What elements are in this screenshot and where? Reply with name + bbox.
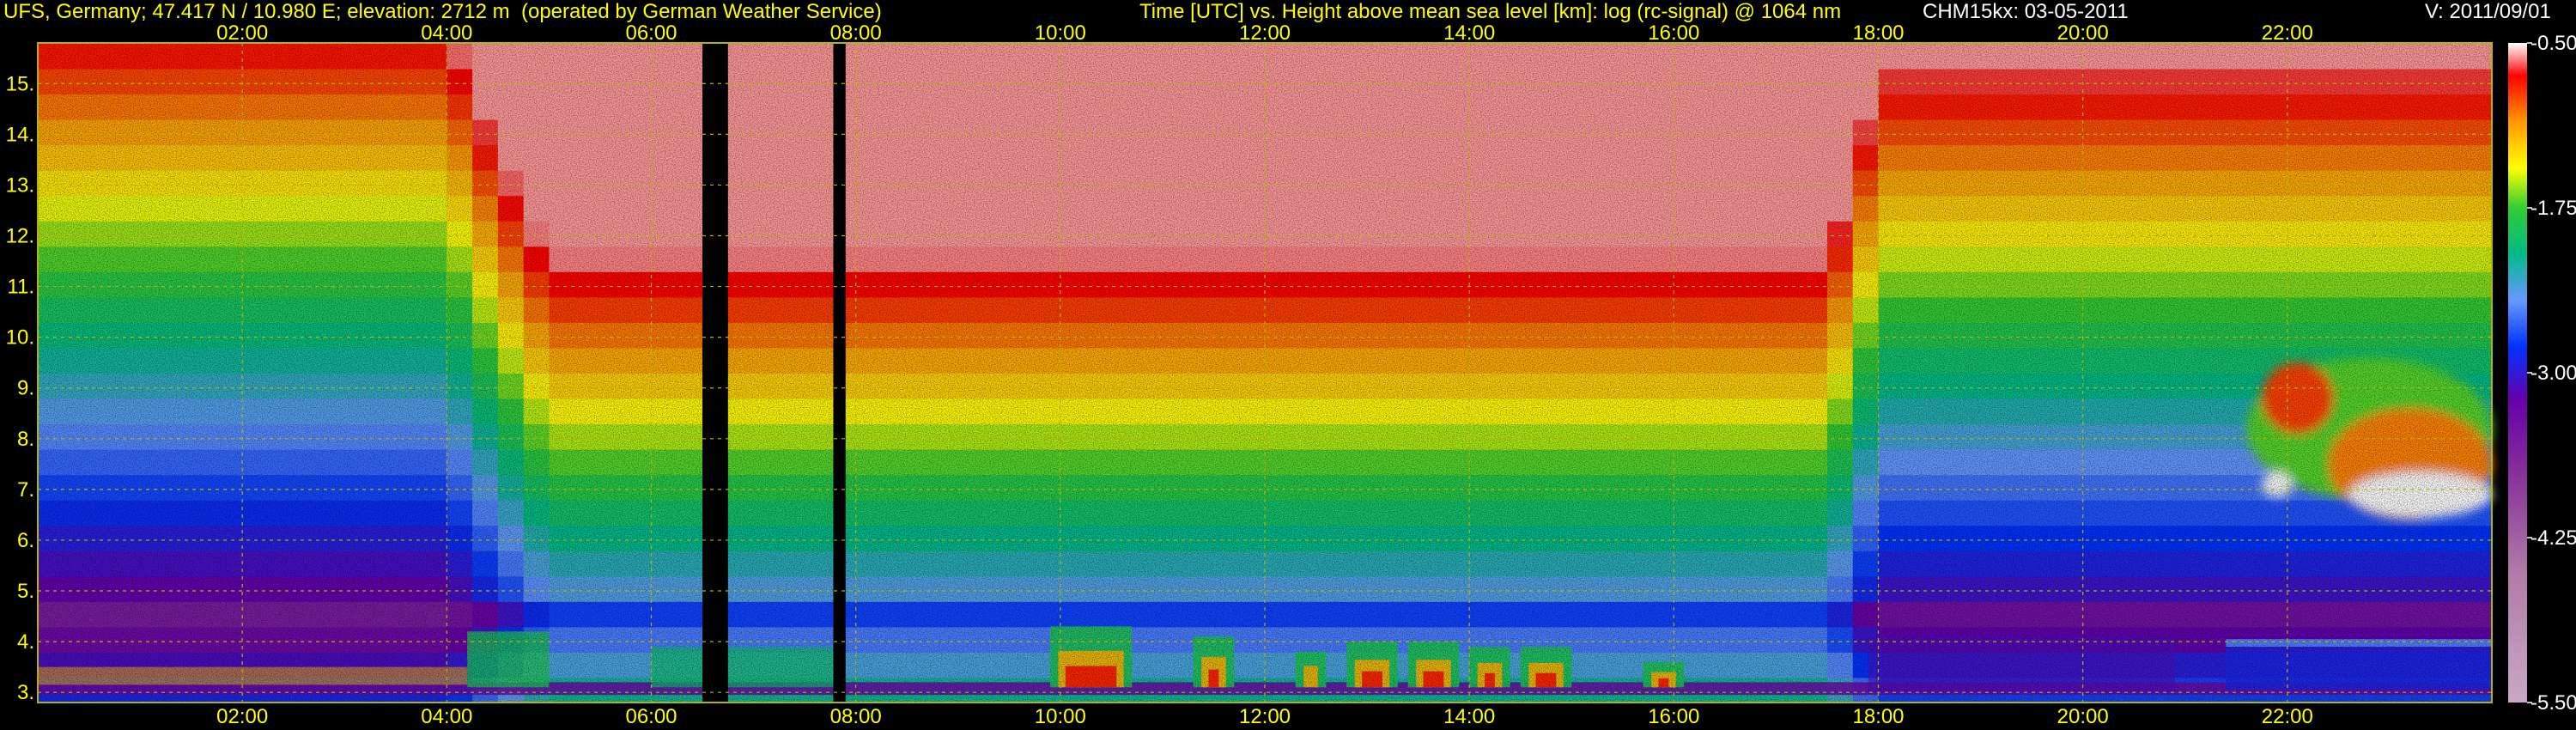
y-tick-label: 9. bbox=[17, 377, 34, 400]
x-tick-label-top: 22:00 bbox=[2262, 21, 2313, 45]
x-tick-label-top: 06:00 bbox=[625, 21, 677, 45]
y-tick-label: 5. bbox=[17, 580, 34, 603]
x-tick-label-top: 10:00 bbox=[1035, 21, 1086, 45]
x-tick-label-top: 08:00 bbox=[830, 21, 882, 45]
y-tick-label: 4. bbox=[17, 630, 34, 654]
colorbar-tick-label: -3.00 bbox=[2530, 362, 2576, 385]
colorbar-tick-label: -1.75 bbox=[2530, 197, 2576, 220]
x-axis-bottom: 02:00 04:00 06:00 08:00 10:00 12:00 14:00 16:00… bbox=[216, 705, 2313, 728]
y-tick-label: 8. bbox=[17, 428, 34, 451]
x-tick-label-bottom: 22:00 bbox=[2262, 705, 2313, 728]
colorbar: -0.50 -1.75 -3.00 -4.25 -5.50 bbox=[2508, 32, 2576, 715]
x-tick-label-top: 18:00 bbox=[1852, 21, 1904, 45]
y-tick-label: 6. bbox=[17, 529, 34, 552]
x-tick-label-bottom: 06:00 bbox=[625, 705, 677, 728]
x-tick-label-bottom: 10:00 bbox=[1035, 705, 1086, 728]
y-tick-label: 13. bbox=[6, 173, 34, 197]
x-tick-label-bottom: 04:00 bbox=[421, 705, 472, 728]
colorbar-scale bbox=[2508, 43, 2527, 703]
x-tick-label-bottom: 08:00 bbox=[830, 705, 882, 728]
colorbar-tick-label: -0.50 bbox=[2530, 32, 2576, 55]
signal-noise-overlay bbox=[38, 43, 2492, 703]
y-tick-label: 15. bbox=[6, 72, 34, 95]
x-tick-label-bottom: 02:00 bbox=[216, 705, 268, 728]
ceilometer-chart: 02:00 04:00 06:00 08:00 10:00 12:00 14:00 16:00… bbox=[6, 21, 2576, 728]
x-axis-top: 02:00 04:00 06:00 08:00 10:00 12:00 14:00 16:00… bbox=[216, 21, 2313, 45]
x-tick-label-bottom: 14:00 bbox=[1443, 705, 1495, 728]
x-tick-label-bottom: 18:00 bbox=[1852, 705, 1904, 728]
colorbar-tick-label: -5.50 bbox=[2530, 691, 2576, 715]
x-tick-label-top: 02:00 bbox=[216, 21, 268, 45]
data-gap bbox=[702, 43, 728, 703]
colorbar-tick-label: -4.25 bbox=[2530, 526, 2576, 550]
x-tick-label-top: 20:00 bbox=[2057, 21, 2109, 45]
x-tick-label-top: 04:00 bbox=[421, 21, 472, 45]
y-tick-label: 12. bbox=[6, 224, 34, 247]
x-tick-label-bottom: 12:00 bbox=[1239, 705, 1291, 728]
x-tick-label-top: 16:00 bbox=[1648, 21, 1699, 45]
x-tick-label-top: 12:00 bbox=[1239, 21, 1291, 45]
x-tick-label-bottom: 16:00 bbox=[1648, 705, 1699, 728]
y-tick-label: 3. bbox=[17, 681, 34, 704]
x-tick-label-top: 14:00 bbox=[1443, 21, 1495, 45]
y-tick-label: 14. bbox=[6, 123, 34, 146]
y-tick-label: 7. bbox=[17, 478, 34, 502]
y-tick-label: 11. bbox=[7, 276, 34, 299]
y-tick-label: 10. bbox=[6, 326, 34, 350]
y-axis: 3. 4. 5. 6. 7. 8. 9. 10. 11. 12. 13. 14. 15. bbox=[6, 72, 34, 704]
data-gap bbox=[833, 43, 846, 703]
x-tick-label-bottom: 20:00 bbox=[2057, 705, 2109, 728]
